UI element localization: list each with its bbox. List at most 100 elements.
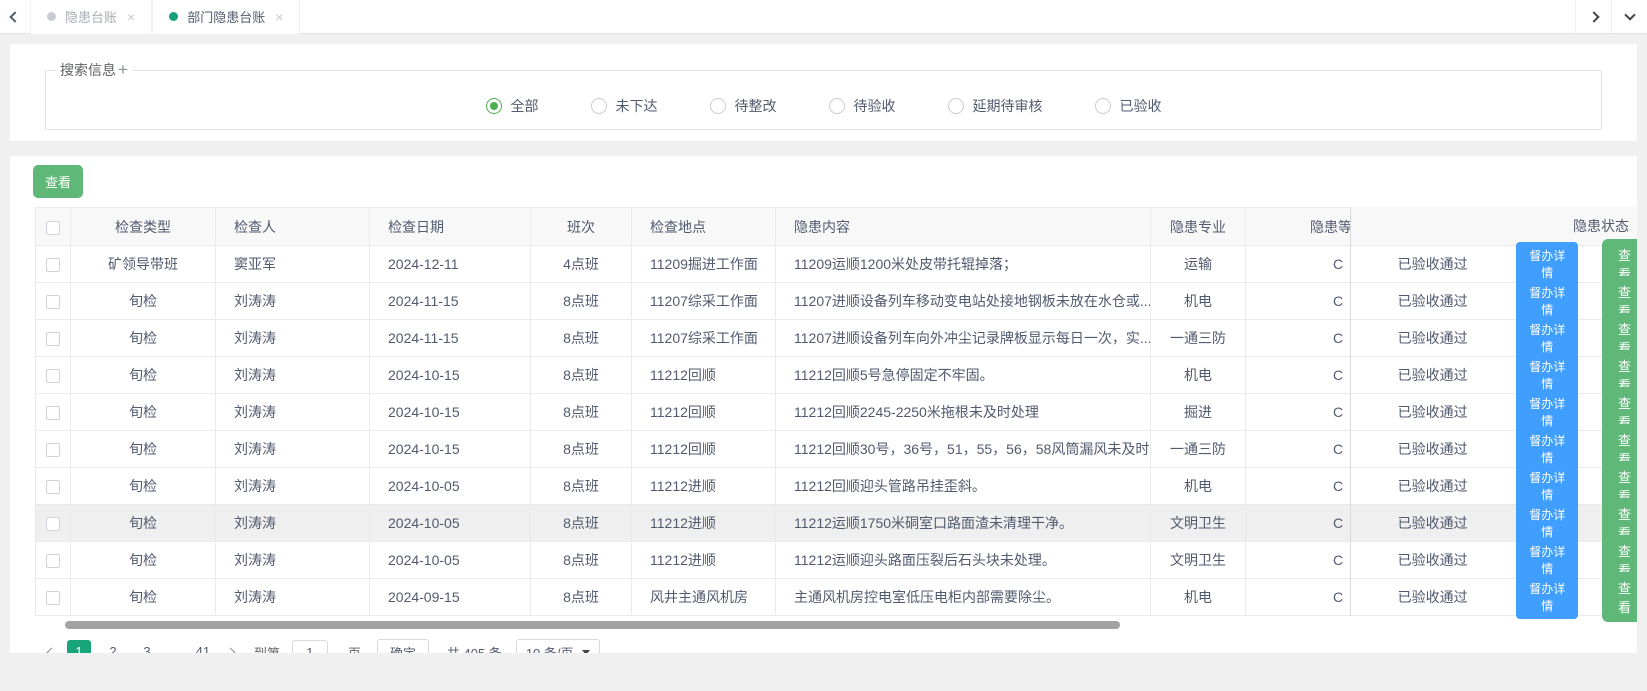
chevron-left-icon bbox=[9, 11, 20, 22]
cell-location: 11212回顺 bbox=[632, 357, 776, 394]
row-checkbox[interactable] bbox=[46, 258, 60, 272]
row-status-actions: 已验收通过 督办详情 查看 bbox=[1351, 468, 1637, 505]
page-number-1[interactable]: 1 bbox=[67, 640, 91, 653]
radio-accepted[interactable]: 已验收 bbox=[1095, 96, 1162, 116]
row-checkbox[interactable] bbox=[46, 443, 60, 457]
cell-check-date: 2024-10-05 bbox=[370, 542, 531, 579]
cell-content: 主通风机房控电室低压电柜内部需要除尘。 bbox=[776, 579, 1151, 616]
scrollbar-thumb[interactable] bbox=[65, 621, 1120, 629]
cell-shift: 8点班 bbox=[531, 468, 632, 505]
page-number-2[interactable]: 2 bbox=[101, 640, 125, 653]
status-filter-radio-group: 全部 未下达 待整改 待验收 延期待审核 已验收 bbox=[56, 80, 1591, 116]
cell-inspector: 刘涛涛 bbox=[216, 431, 370, 468]
row-checkbox[interactable] bbox=[46, 369, 60, 383]
search-fieldset: 搜索信息 + 全部 未下达 待整改 待验收 延期待审核 bbox=[45, 60, 1602, 130]
cell-shift: 8点班 bbox=[531, 431, 632, 468]
tab-bar-right-controls bbox=[1575, 0, 1647, 34]
cell-check-date: 2024-12-11 bbox=[370, 246, 531, 283]
cell-check-date: 2024-11-15 bbox=[370, 320, 531, 357]
header-specialty: 隐患专业 bbox=[1151, 208, 1246, 246]
status-text: 已验收通过 bbox=[1361, 254, 1504, 274]
row-checkbox[interactable] bbox=[46, 480, 60, 494]
row-checkbox[interactable] bbox=[46, 406, 60, 420]
cell-inspector: 刘涛涛 bbox=[216, 394, 370, 431]
page-number-3[interactable]: 3 bbox=[135, 640, 159, 653]
cell-content: 11209运顺1200米处皮带托辊掉落； bbox=[776, 246, 1151, 283]
confirm-button[interactable]: 确定 bbox=[377, 639, 429, 654]
tab-label: 部门隐患台账 bbox=[187, 7, 265, 26]
cell-location: 11207综采工作面 bbox=[632, 320, 776, 357]
header-check-date: 检查日期 bbox=[370, 208, 531, 246]
tab-department-hidden-danger-ledger[interactable]: 部门隐患台账 × bbox=[152, 0, 300, 34]
cell-specialty: 机电 bbox=[1151, 579, 1246, 616]
next-page-button[interactable] bbox=[220, 640, 242, 653]
cell-inspector: 刘涛涛 bbox=[216, 357, 370, 394]
tabs-menu-button[interactable] bbox=[1611, 0, 1647, 34]
close-icon[interactable]: × bbox=[127, 10, 135, 24]
radio-all[interactable]: 全部 bbox=[486, 96, 539, 116]
supervise-detail-button[interactable]: 督办详情 bbox=[1516, 575, 1578, 619]
tab-status-dot-icon bbox=[47, 12, 56, 21]
cell-inspector: 刘涛涛 bbox=[216, 505, 370, 542]
row-checkbox-cell bbox=[36, 283, 71, 320]
status-text: 已验收通过 bbox=[1361, 291, 1504, 311]
status-text: 已验收通过 bbox=[1361, 328, 1504, 348]
row-checkbox[interactable] bbox=[46, 332, 60, 346]
close-icon[interactable]: × bbox=[275, 10, 283, 24]
cell-specialty: 机电 bbox=[1151, 357, 1246, 394]
jump-page-input[interactable] bbox=[292, 640, 328, 654]
row-checkbox[interactable] bbox=[46, 554, 60, 568]
cell-shift: 8点班 bbox=[531, 357, 632, 394]
cell-location: 11212回顺 bbox=[632, 394, 776, 431]
radio-label: 延期待审核 bbox=[973, 96, 1043, 116]
page-size-label: 10 条/页 bbox=[526, 643, 574, 654]
select-all-checkbox[interactable] bbox=[46, 221, 60, 235]
row-checkbox[interactable] bbox=[46, 295, 60, 309]
cell-check-type: 旬检 bbox=[71, 320, 216, 357]
cell-inspector: 刘涛涛 bbox=[216, 283, 370, 320]
status-text: 已验收通过 bbox=[1361, 587, 1504, 607]
radio-label: 未下达 bbox=[616, 96, 658, 116]
cell-check-type: 旬检 bbox=[71, 431, 216, 468]
row-checkbox[interactable] bbox=[46, 591, 60, 605]
horizontal-scrollbar bbox=[35, 620, 1637, 630]
view-button[interactable]: 查看 bbox=[33, 165, 83, 198]
cell-inspector: 刘涛涛 bbox=[216, 320, 370, 357]
page-number-41[interactable]: 41 bbox=[191, 640, 215, 653]
cell-check-type: 旬检 bbox=[71, 357, 216, 394]
cell-check-date: 2024-09-15 bbox=[370, 579, 531, 616]
row-status-actions: 已验收通过 督办详情 查看 bbox=[1351, 542, 1637, 579]
radio-pending-rectify[interactable]: 待整改 bbox=[710, 96, 777, 116]
row-checkbox[interactable] bbox=[46, 517, 60, 531]
row-checkbox-cell bbox=[36, 394, 71, 431]
radio-icon bbox=[710, 98, 726, 114]
cell-content: 11207进顺设备列车向外冲尘记录牌板显示每日一次，实... bbox=[776, 320, 1151, 357]
header-location: 检查地点 bbox=[632, 208, 776, 246]
row-checkbox-cell bbox=[36, 579, 71, 616]
radio-pending-accept[interactable]: 待验收 bbox=[829, 96, 896, 116]
chevron-right-icon bbox=[1588, 11, 1599, 22]
row-view-button[interactable]: 查看 bbox=[1602, 572, 1637, 622]
row-status-actions: 已验收通过 督办详情 查看 bbox=[1351, 431, 1637, 468]
row-status-actions: 已验收通过 督办详情 查看 bbox=[1351, 283, 1637, 320]
expand-plus-icon[interactable]: + bbox=[118, 60, 128, 80]
tabs-scroll-left-button[interactable] bbox=[0, 0, 30, 34]
radio-not-issued[interactable]: 未下达 bbox=[591, 96, 658, 116]
radio-icon bbox=[948, 98, 964, 114]
tab-bar: 隐患台账 × 部门隐患台账 × bbox=[0, 0, 1647, 34]
cell-specialty: 一通三防 bbox=[1151, 320, 1246, 357]
prev-page-button[interactable] bbox=[40, 640, 62, 653]
row-checkbox-cell bbox=[36, 542, 71, 579]
cell-specialty: 掘进 bbox=[1151, 394, 1246, 431]
header-inspector: 检查人 bbox=[216, 208, 370, 246]
tabs-scroll-right-button[interactable] bbox=[1575, 0, 1611, 34]
row-checkbox-cell bbox=[36, 246, 71, 283]
cell-content: 11212回顺30号，36号，51，55，56，58风筒漏风未及时... bbox=[776, 431, 1151, 468]
cell-specialty: 文明卫生 bbox=[1151, 505, 1246, 542]
cell-specialty: 文明卫生 bbox=[1151, 542, 1246, 579]
radio-label: 待整改 bbox=[735, 96, 777, 116]
radio-delay-pending-review[interactable]: 延期待审核 bbox=[948, 96, 1043, 116]
page-size-select[interactable]: 10 条/页 bbox=[516, 639, 600, 654]
cell-content: 11212运顺1750米硐室口路面渣未清理干净。 bbox=[776, 505, 1151, 542]
tab-hidden-danger-ledger[interactable]: 隐患台账 × bbox=[30, 0, 152, 34]
